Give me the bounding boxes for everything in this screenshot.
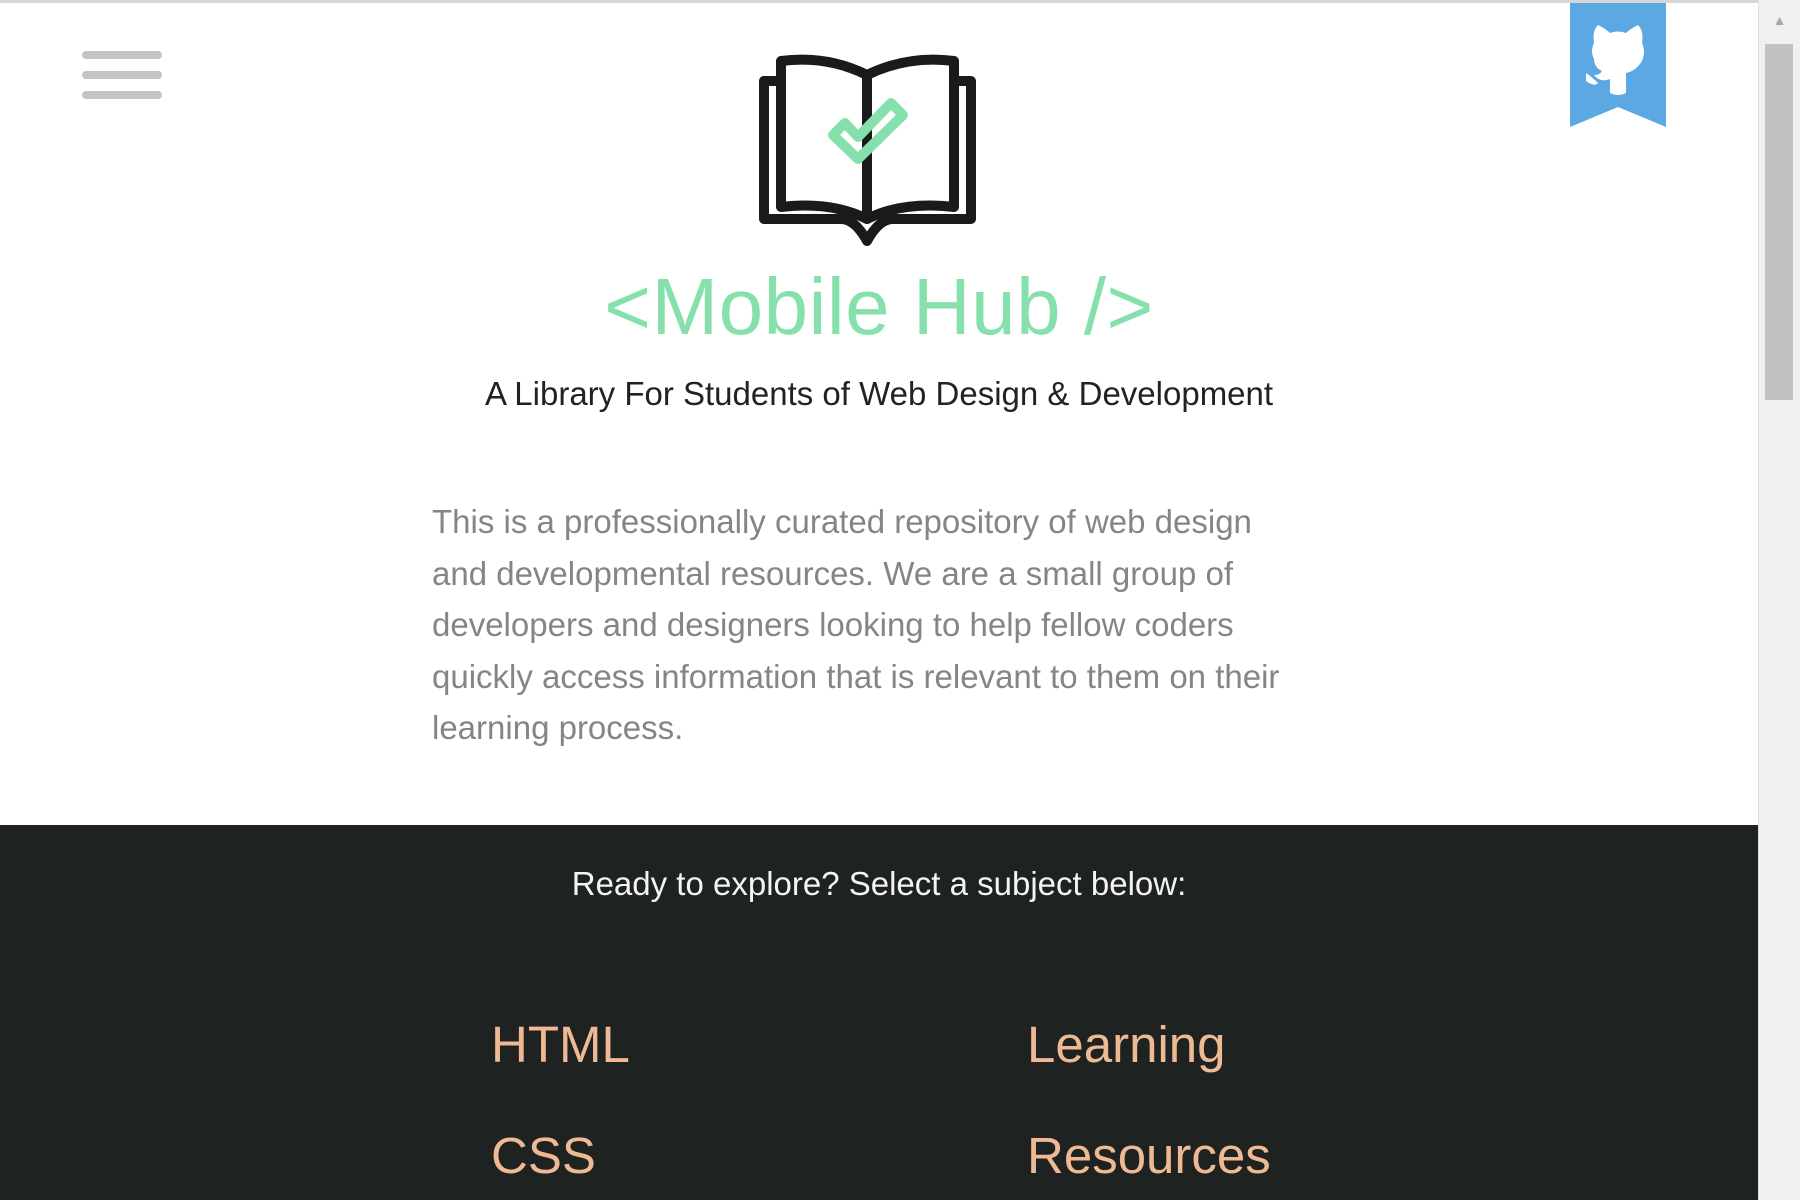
menu-bar [82,91,162,99]
intro-paragraph: This is a professionally curated reposit… [432,503,1280,746]
scroll-thumb[interactable] [1765,44,1793,400]
subject-link-html[interactable]: HTML [491,1015,630,1074]
menu-bar [82,51,162,59]
scroll-up-arrow-icon[interactable]: ▲ [1759,10,1800,30]
open-book-checkmark-icon [759,54,976,246]
explore-prompt: Ready to explore? Select a subject below… [571,865,1187,902]
tagline: A Library For Students of Web Design & D… [484,375,1274,412]
page-viewport: <Mobile Hub /> A Library For Students of… [0,0,1758,1200]
vertical-scrollbar[interactable]: ▲ [1758,0,1800,1200]
subject-link-css[interactable]: CSS [491,1126,596,1185]
hamburger-menu-icon[interactable] [82,47,162,107]
github-octocat-icon [1570,3,1666,127]
subject-link-resources[interactable]: Resources [1027,1126,1271,1185]
menu-bar [82,71,162,79]
brand-title: <Mobile Hub /> [604,262,1154,351]
subject-link-learning[interactable]: Learning [1027,1015,1226,1074]
explore-section: Ready to explore? Select a subject below… [0,825,1758,1200]
github-ribbon-link[interactable] [1570,3,1666,131]
